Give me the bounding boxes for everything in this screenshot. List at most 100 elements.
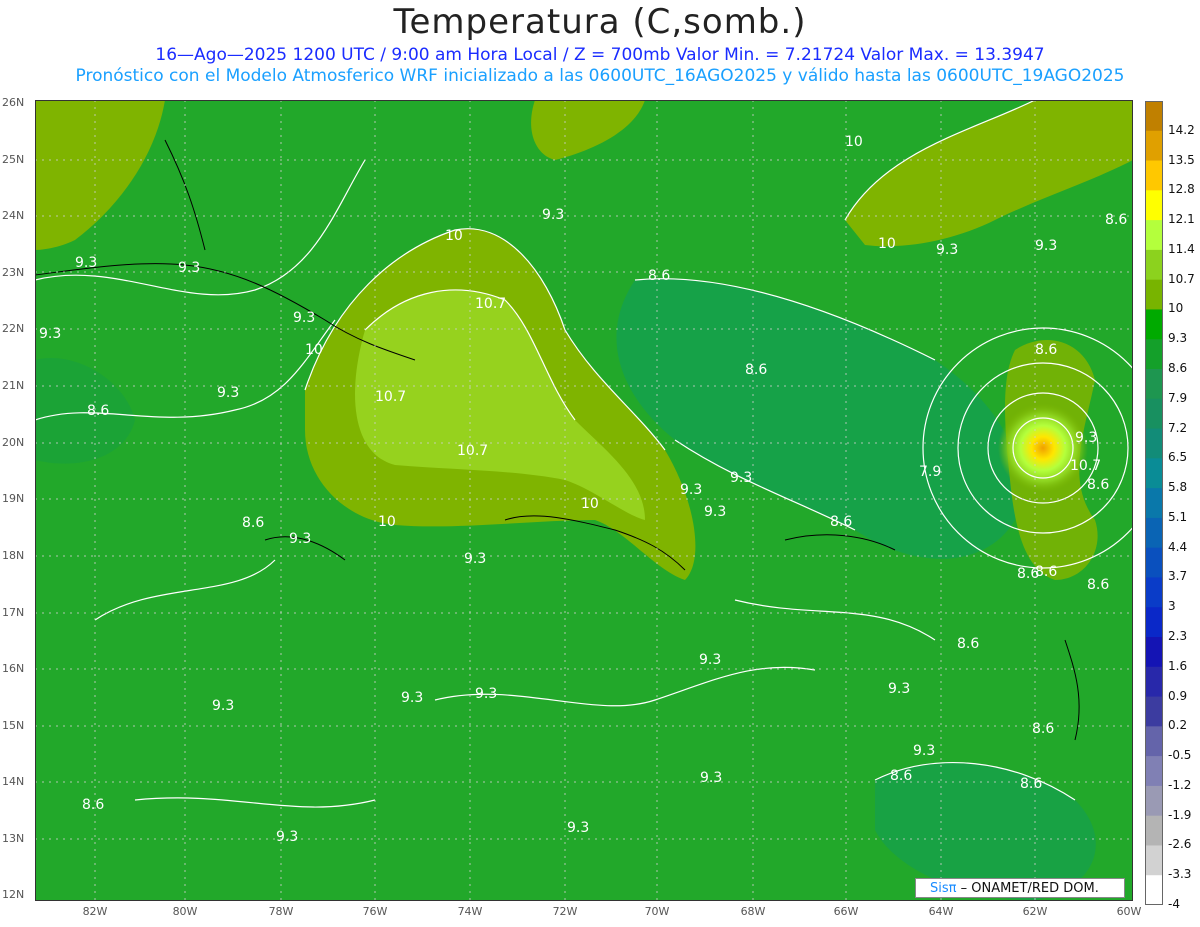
credit-box: Sisπ – ONAMET/RED DOM. (915, 878, 1125, 898)
contour-label: 8.6 (648, 268, 670, 284)
colorbar-swatch (1145, 101, 1163, 132)
colorbar-swatch (1145, 190, 1163, 221)
hurricane-core (998, 403, 1088, 493)
colorbar-label: 10.7 (1168, 271, 1195, 286)
lat-label: 16N (2, 662, 25, 675)
lat-label: 18N (2, 549, 25, 562)
contour-label: 10.7 (1070, 458, 1101, 474)
colorbar-swatch (1145, 577, 1163, 608)
contour-label: 9.3 (217, 385, 239, 401)
temperature-map: 10 9.3 8.6 10.7 7.9 9.3 10 8.6 9.3 10.7 … (35, 100, 1133, 901)
lat-label: 26N (2, 96, 25, 109)
colorbar-label: 3 (1168, 599, 1176, 614)
lat-label: 24N (2, 209, 25, 222)
lat-label: 17N (2, 606, 25, 619)
contour-label: 7.9 (919, 464, 941, 480)
lon-label: 74W (457, 905, 483, 918)
lon-label: 66W (833, 905, 859, 918)
lon-label: 78W (268, 905, 294, 918)
colorbar-label: -4 (1168, 897, 1180, 911)
contour-label: 9.3 (704, 504, 726, 520)
contour-label: 9.3 (730, 470, 752, 486)
colorbar-swatch (1145, 845, 1163, 876)
colorbar-swatch (1145, 428, 1163, 459)
colorbar-label: 2.3 (1168, 629, 1188, 643)
colorbar-swatch (1145, 785, 1163, 817)
lat-label: 22N (2, 322, 25, 335)
lat-label: 19N (2, 492, 25, 505)
colorbar-label: 14.2 (1168, 122, 1195, 137)
lon-label: 72W (552, 905, 578, 918)
contour-label: 9.3 (276, 829, 298, 845)
colorbar-label: -1.2 (1168, 777, 1192, 792)
contour-label: 8.6 (82, 797, 104, 813)
contour-label: 10 (581, 496, 599, 512)
lat-label: 12N (2, 888, 25, 901)
colorbar-label: 9.3 (1168, 331, 1188, 346)
colorbar-swatch (1145, 398, 1163, 430)
colorbar-label: -2.6 (1168, 837, 1192, 852)
contour-label: 9.3 (913, 743, 935, 759)
contour-label: 9.3 (888, 681, 910, 697)
contour-label: 8.6 (745, 362, 767, 378)
colorbar-swatch (1145, 130, 1163, 162)
colorbar-swatch (1145, 220, 1163, 251)
map-subtitle-model-run: Pronóstico con el Modelo Atmosferico WRF… (75, 66, 1125, 86)
sispi-logo: Sisπ (930, 881, 957, 896)
colorbar (1145, 101, 1163, 905)
contour-label: 8.6 (1020, 776, 1042, 792)
contour-label: 9.3 (178, 260, 200, 276)
contour-label: 10.7 (475, 296, 506, 312)
contour-label: 10 (878, 236, 896, 252)
colorbar-swatch (1145, 696, 1163, 727)
contour-label: 9.3 (212, 698, 234, 714)
contour-label: 9.3 (289, 531, 311, 547)
colorbar-swatch (1145, 637, 1163, 668)
colorbar-label: -3.3 (1168, 867, 1192, 882)
lon-label: 60W (1116, 905, 1142, 918)
colorbar-swatch (1145, 547, 1163, 578)
contour-label: 10 (445, 228, 463, 244)
colorbar-label: 10 (1168, 301, 1184, 316)
lon-label: 64W (928, 905, 954, 918)
lon-label: 80W (172, 905, 198, 918)
colorbar-label: 1.6 (1168, 658, 1188, 673)
colorbar-swatch (1145, 309, 1163, 340)
contour-label: 9.3 (1075, 430, 1097, 446)
contour-label: 8.6 (890, 768, 912, 784)
contour-label: 9.3 (680, 482, 702, 498)
contour-label: 8.6 (1087, 477, 1109, 493)
contour-label: 8.6 (1105, 212, 1127, 228)
contour-label: 8.6 (242, 515, 264, 531)
lat-label: 14N (2, 775, 25, 788)
contour-label: 9.3 (39, 326, 61, 342)
colorbar-swatch (1145, 607, 1163, 638)
contour-label: 10 (305, 342, 323, 358)
contour-label: 10.7 (457, 443, 488, 459)
contour-label: 10 (845, 134, 863, 150)
contour-label: 9.3 (567, 820, 589, 836)
contour-label: 9.3 (1035, 238, 1057, 254)
contour-label: 9.3 (542, 207, 564, 223)
colorbar-label: 7.9 (1168, 390, 1188, 405)
contour-label: 9.3 (700, 770, 722, 786)
colorbar-label: 8.6 (1168, 361, 1188, 375)
contour-label: 10.7 (375, 389, 406, 405)
colorbar-label: 5.8 (1168, 480, 1188, 495)
colorbar-label: 5.1 (1168, 509, 1188, 524)
colorbar-label: 0.2 (1168, 718, 1188, 733)
colorbar-label: 12.8 (1168, 182, 1195, 197)
colorbar-label: 7.2 (1168, 420, 1188, 435)
colorbar-label: 11.4 (1168, 241, 1195, 256)
lon-label: 76W (362, 905, 388, 918)
lat-label: 21N (2, 379, 25, 392)
contour-label: 8.6 (1087, 577, 1109, 593)
colorbar-label: 4.4 (1168, 539, 1188, 554)
colorbar-label: 3.7 (1168, 569, 1188, 584)
contour-label: 9.3 (699, 652, 721, 668)
lon-label: 62W (1022, 905, 1048, 918)
contour-label: 8.6 (957, 636, 979, 652)
contour-label: 9.3 (475, 686, 497, 702)
map-subtitle-valid-time: 16—Ago—2025 1200 UTC / 9:00 am Hora Loca… (155, 45, 1045, 65)
colorbar-swatch (1145, 339, 1163, 370)
